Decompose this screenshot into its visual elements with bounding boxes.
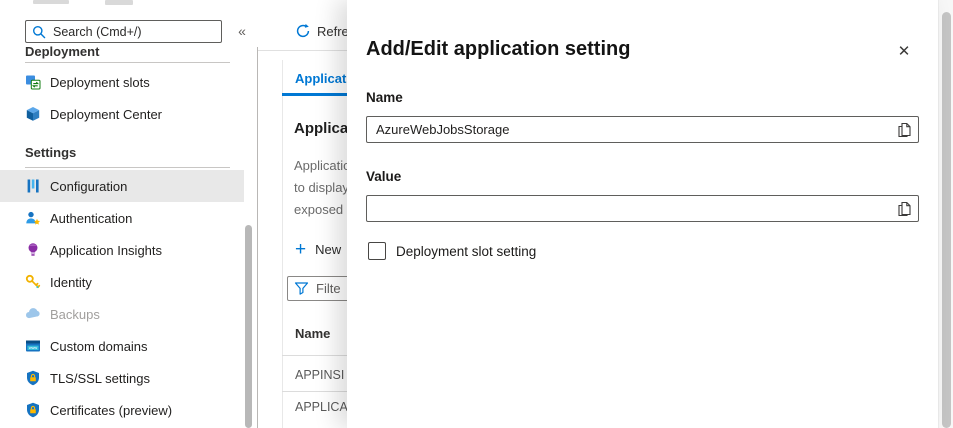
divider (258, 50, 347, 51)
sidebar-item-custom-domains[interactable]: www Custom domains (0, 330, 244, 362)
sidebar-item-label: Identity (50, 275, 92, 290)
copy-name-button[interactable] (895, 121, 913, 139)
configuration-content: Refre Applicatio Applicat Applicatio to … (258, 0, 347, 428)
add-edit-application-setting-panel: Add/Edit application setting ✕ Name Valu… (347, 0, 938, 428)
name-field (366, 116, 919, 143)
refresh-button[interactable]: Refre (295, 23, 347, 39)
tab-application-settings[interactable]: Applicatio (295, 71, 347, 86)
value-field (366, 195, 919, 222)
sidebar-item-certificates[interactable]: Certificates (preview) (0, 394, 244, 426)
deployment-slot-setting-checkbox[interactable] (368, 242, 386, 260)
section-heading: Applicat (294, 120, 347, 137)
tab-active-underline (282, 93, 347, 96)
sidebar-item-label: Configuration (50, 179, 127, 194)
copy-icon (897, 122, 912, 138)
sidebar-item-authentication[interactable]: Authentication (0, 202, 244, 234)
deployment-slot-setting-label: Deployment slot setting (396, 244, 536, 259)
description-line: exposed a (294, 202, 347, 217)
sidebar-item-label: TLS/SSL settings (50, 371, 150, 386)
deployment-center-icon (25, 106, 41, 122)
panel-title: Add/Edit application setting (366, 38, 630, 61)
page-scrollbar-track[interactable] (938, 0, 953, 428)
sidebar-item-label: Certificates (preview) (50, 403, 172, 418)
content-card-border (282, 60, 283, 428)
filter-box[interactable] (287, 276, 347, 301)
sidebar-item-label: Deployment slots (50, 75, 150, 90)
sidebar-item-label: Application Insights (50, 243, 162, 258)
sidebar-item-label: Custom domains (50, 339, 148, 354)
value-field-label: Value (366, 169, 401, 184)
sidebar-item-tls-ssl-settings[interactable]: TLS/SSL settings (0, 362, 244, 394)
refresh-icon (295, 23, 311, 39)
table-row[interactable]: APPINSI (295, 368, 344, 382)
table-header-name: Name (295, 326, 330, 341)
plus-icon: + (295, 240, 306, 259)
sidebar-item-deployment-center[interactable]: Deployment Center (0, 98, 244, 130)
sidebar-item-configuration[interactable]: Configuration (0, 170, 244, 202)
new-button-label: New (315, 242, 341, 257)
table-row[interactable]: APPLICA (295, 400, 347, 414)
search-icon (32, 25, 46, 39)
sidebar-item-backups[interactable]: Backups (0, 298, 244, 330)
sidebar-item-label: Deployment Center (50, 107, 162, 122)
deployment-slots-icon (25, 74, 41, 90)
sidebar-item-deployment-slots[interactable]: Deployment slots (0, 66, 244, 98)
certificates-icon (25, 402, 41, 418)
copy-value-button[interactable] (895, 200, 913, 218)
filter-icon (294, 281, 309, 296)
close-icon[interactable]: ✕ (893, 41, 915, 63)
new-application-setting-button[interactable]: + New (295, 240, 341, 259)
name-input[interactable] (367, 117, 918, 142)
configuration-icon (25, 178, 41, 194)
name-field-label: Name (366, 90, 403, 105)
sidebar-item-label: Backups (50, 307, 100, 322)
sidebar-item-application-insights[interactable]: Application Insights (0, 234, 244, 266)
divider (282, 391, 347, 392)
www-text: www (29, 346, 37, 350)
filter-input[interactable] (316, 281, 347, 296)
tls-ssl-icon (25, 370, 41, 386)
description-line: to display (294, 180, 347, 195)
description-line: Applicatio (294, 158, 347, 173)
divider (282, 355, 347, 356)
sidebar-section-deployment: Deployment (25, 44, 99, 59)
sidebar-section-settings: Settings (25, 145, 76, 160)
backups-icon (25, 306, 41, 322)
search-input[interactable] (53, 25, 215, 39)
application-insights-icon (25, 242, 41, 258)
authentication-icon (25, 210, 41, 226)
cropped-text-remnant (105, 0, 133, 5)
value-input[interactable] (367, 196, 918, 221)
sidebar-scrollbar-thumb[interactable] (245, 225, 252, 428)
copy-icon (897, 201, 912, 217)
sidebar-search[interactable] (25, 20, 222, 43)
refresh-label: Refre (317, 24, 347, 39)
sidebar-item-identity[interactable]: Identity (0, 266, 244, 298)
divider (25, 167, 230, 168)
sidebar: « Deployment Deployment slots D (0, 0, 258, 428)
divider (25, 62, 230, 63)
page-scrollbar-thumb[interactable] (942, 12, 951, 428)
identity-icon (25, 274, 41, 290)
sidebar-item-label: Authentication (50, 211, 132, 226)
azure-portal-page: « Deployment Deployment slots D (0, 0, 953, 428)
custom-domains-icon: www (25, 338, 41, 354)
collapse-sidebar-button[interactable]: « (232, 21, 252, 41)
cropped-text-remnant (33, 0, 69, 4)
